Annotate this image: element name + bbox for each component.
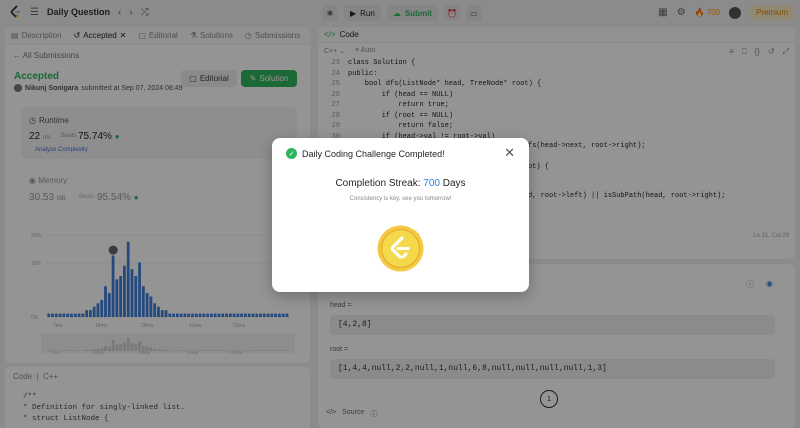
check-circle-icon: ✓ bbox=[286, 148, 297, 159]
completion-streak: Completion Streak: 700 Days bbox=[335, 178, 466, 189]
consistency-text: Consistency is key, see you tomorrow! bbox=[349, 196, 452, 202]
streak-number: 700 bbox=[423, 178, 440, 189]
close-icon[interactable]: ✕ bbox=[504, 145, 515, 161]
modal-title: Daily Coding Challenge Completed! bbox=[302, 148, 445, 159]
daily-challenge-modal: ✓ Daily Coding Challenge Completed! ✕ Co… bbox=[272, 138, 529, 292]
leetcode-coin-icon bbox=[377, 225, 424, 272]
